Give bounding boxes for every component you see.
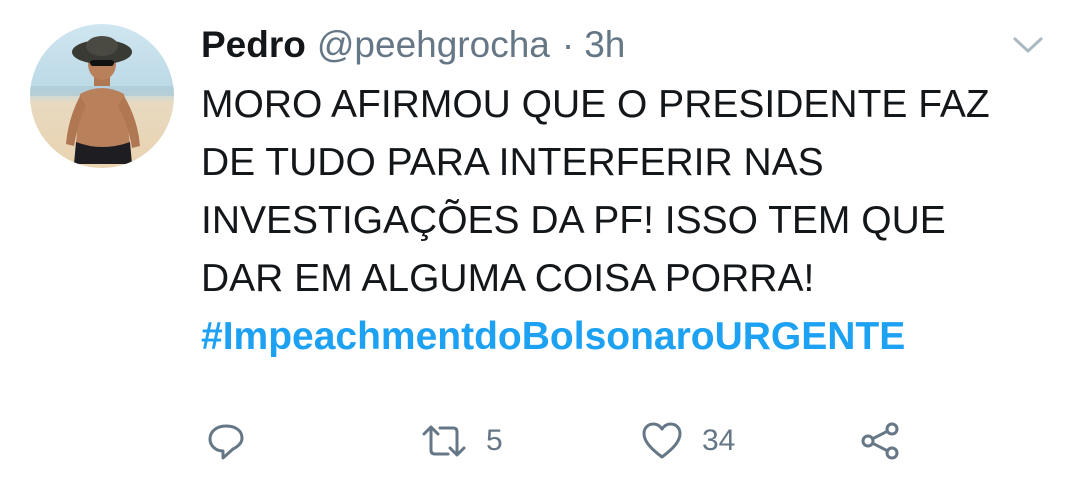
like-count: 34 [702, 424, 736, 457]
tweet-actions: 5 34 [0, 418, 1080, 464]
user-handle[interactable]: @peehgrocha [317, 22, 550, 68]
tweet-text: MORO AFIRMOU QUE O PRESIDENTE FAZ DE TUD… [201, 76, 1061, 366]
avatar[interactable] [30, 24, 174, 168]
tweet-header: Pedro @peehgrocha · 3h [201, 22, 625, 68]
tweet-card[interactable]: Pedro @peehgrocha · 3h MORO AFIRMOU QUE … [0, 0, 1080, 489]
chevron-down-icon[interactable] [1010, 30, 1046, 58]
share-icon [858, 419, 902, 463]
tweet-text-line: DAR EM ALGUMA COISA PORRA! [201, 257, 815, 300]
tweet-text-line: INVESTIGAÇÕES DA PF! ISSO TEM QUE [201, 199, 946, 242]
share-button[interactable] [858, 418, 902, 464]
retweet-count: 5 [486, 424, 503, 457]
tweet-text-line: MORO AFIRMOU QUE O PRESIDENTE FAZ [201, 83, 990, 126]
reply-icon [205, 420, 247, 462]
like-button[interactable]: 34 [640, 418, 735, 464]
heart-icon [640, 420, 684, 462]
tweet-text-line: DE TUDO PARA INTERFERIR NAS [201, 141, 824, 184]
hashtag-link[interactable]: #ImpeachmentdoBolsonaroURGENTE [201, 308, 1061, 366]
display-name[interactable]: Pedro [201, 22, 306, 68]
reply-button[interactable] [205, 418, 247, 464]
timestamp[interactable]: 3h [584, 22, 625, 68]
retweet-button[interactable]: 5 [420, 418, 503, 464]
separator-dot: · [561, 24, 575, 65]
retweet-icon [420, 420, 468, 462]
